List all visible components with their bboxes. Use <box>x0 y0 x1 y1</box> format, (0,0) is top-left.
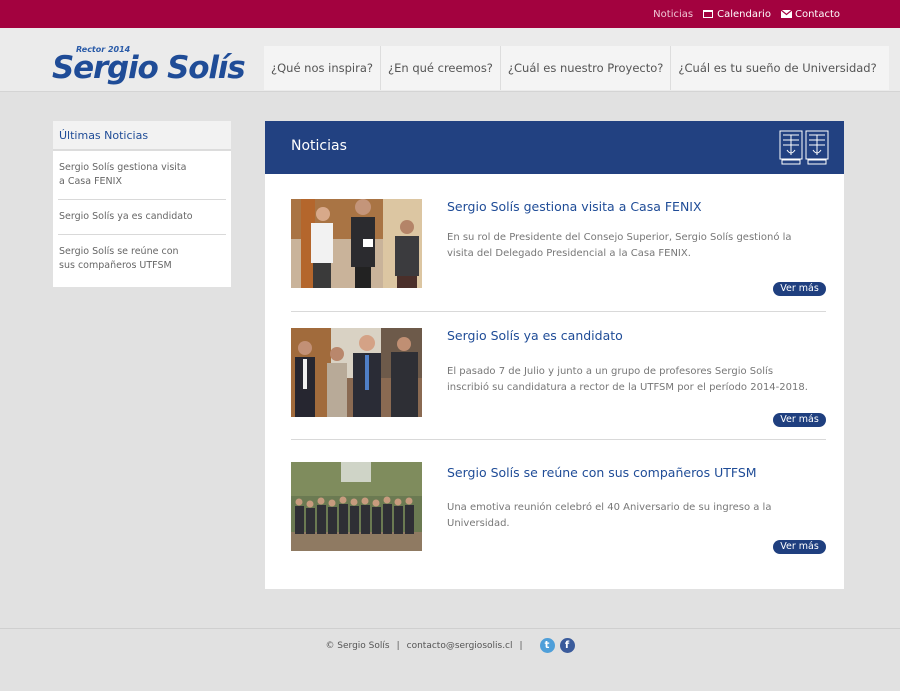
sidebar-item-candidato[interactable]: Sergio Solís ya es candidato <box>58 200 226 235</box>
nav-item-inspira[interactable]: ¿Qué nos inspira? <box>264 46 381 90</box>
top-link-calendario[interactable]: Calendario <box>703 9 771 20</box>
news-header-bar: Noticias <box>265 121 844 174</box>
news-photo[interactable] <box>291 462 422 551</box>
read-more-button[interactable]: Ver más <box>773 413 826 427</box>
main-nav: ¿Qué nos inspira? ¿En qué creemos? ¿Cuál… <box>264 46 889 90</box>
footer-copyright: © Sergio Solís <box>325 640 390 651</box>
site-header: Rector 2014 Sergio Solís ¿Qué nos inspir… <box>0 28 900 92</box>
news-item: Sergio Solís se reúne con sus compañeros… <box>291 462 826 572</box>
news-divider <box>291 311 826 312</box>
footer-email-link[interactable]: contacto@sergiosolis.cl <box>407 641 513 651</box>
sidebar-list: Sergio Solís gestiona visita a Casa FENI… <box>53 151 231 287</box>
news-title[interactable]: Sergio Solís gestiona visita a Casa FENI… <box>447 199 702 214</box>
facebook-icon[interactable]: f <box>559 638 575 653</box>
news-photo[interactable] <box>291 199 422 288</box>
latest-news-sidebar: Últimas Noticias Sergio Solís gestiona v… <box>53 121 231 287</box>
nav-item-sueno[interactable]: ¿Cuál es tu sueño de Universidad? <box>671 46 888 90</box>
news-description: Una emotiva reunión celebró el 40 Aniver… <box>447 502 772 529</box>
sidebar-item-casa-fenix[interactable]: Sergio Solís gestiona visita a Casa FENI… <box>58 151 226 200</box>
top-link-label: Calendario <box>717 8 771 20</box>
read-more-button[interactable]: Ver más <box>773 540 826 554</box>
news-item: Sergio Solís ya es candidato El pasado 7… <box>291 328 826 440</box>
news-description: En su rol de Presidente del Consejo Supe… <box>447 232 792 259</box>
site-footer: © Sergio Solís | contacto@sergiosolis.cl… <box>0 628 900 691</box>
news-title[interactable]: Sergio Solís se reúne con sus compañeros… <box>447 465 757 480</box>
top-link-contacto[interactable]: Contacto <box>780 8 840 20</box>
news-panel: Noticias Sergio Solís gestiona visita a … <box>265 121 844 589</box>
nav-item-creemos[interactable]: ¿En qué creemos? <box>381 46 501 90</box>
top-links: Noticias Calendario Contacto <box>653 0 840 28</box>
news-item: Sergio Solís gestiona visita a Casa FENI… <box>291 199 826 312</box>
university-crest-icon <box>779 130 829 165</box>
footer-separator: | <box>396 640 400 651</box>
twitter-icon[interactable]: t <box>539 638 555 653</box>
top-link-label: Noticias <box>653 8 694 20</box>
sidebar-item-companeros[interactable]: Sergio Solís se reúne con sus compañeros… <box>58 235 226 287</box>
news-photo[interactable] <box>291 328 422 417</box>
sidebar-title: Últimas Noticias <box>53 121 231 151</box>
news-divider <box>291 439 826 440</box>
read-more-button[interactable]: Ver más <box>773 282 826 296</box>
top-link-noticias[interactable]: Noticias <box>653 9 693 20</box>
footer-row: © Sergio Solís | contacto@sergiosolis.cl… <box>0 629 900 662</box>
calendar-icon <box>703 10 714 18</box>
news-title[interactable]: Sergio Solís ya es candidato <box>447 328 623 343</box>
logo-name: Sergio Solís <box>52 50 246 86</box>
news-description: El pasado 7 de Julio y junto a un grupo … <box>447 366 808 393</box>
top-link-label: Contacto <box>794 8 840 20</box>
nav-item-proyecto[interactable]: ¿Cuál es nuestro Proyecto? <box>501 46 672 90</box>
envelope-icon <box>780 10 792 18</box>
page-title: Noticias <box>291 138 347 154</box>
top-bar: Noticias Calendario Contacto <box>0 0 900 28</box>
footer-separator: | <box>519 640 523 651</box>
site-logo[interactable]: Rector 2014 Sergio Solís <box>52 42 246 88</box>
